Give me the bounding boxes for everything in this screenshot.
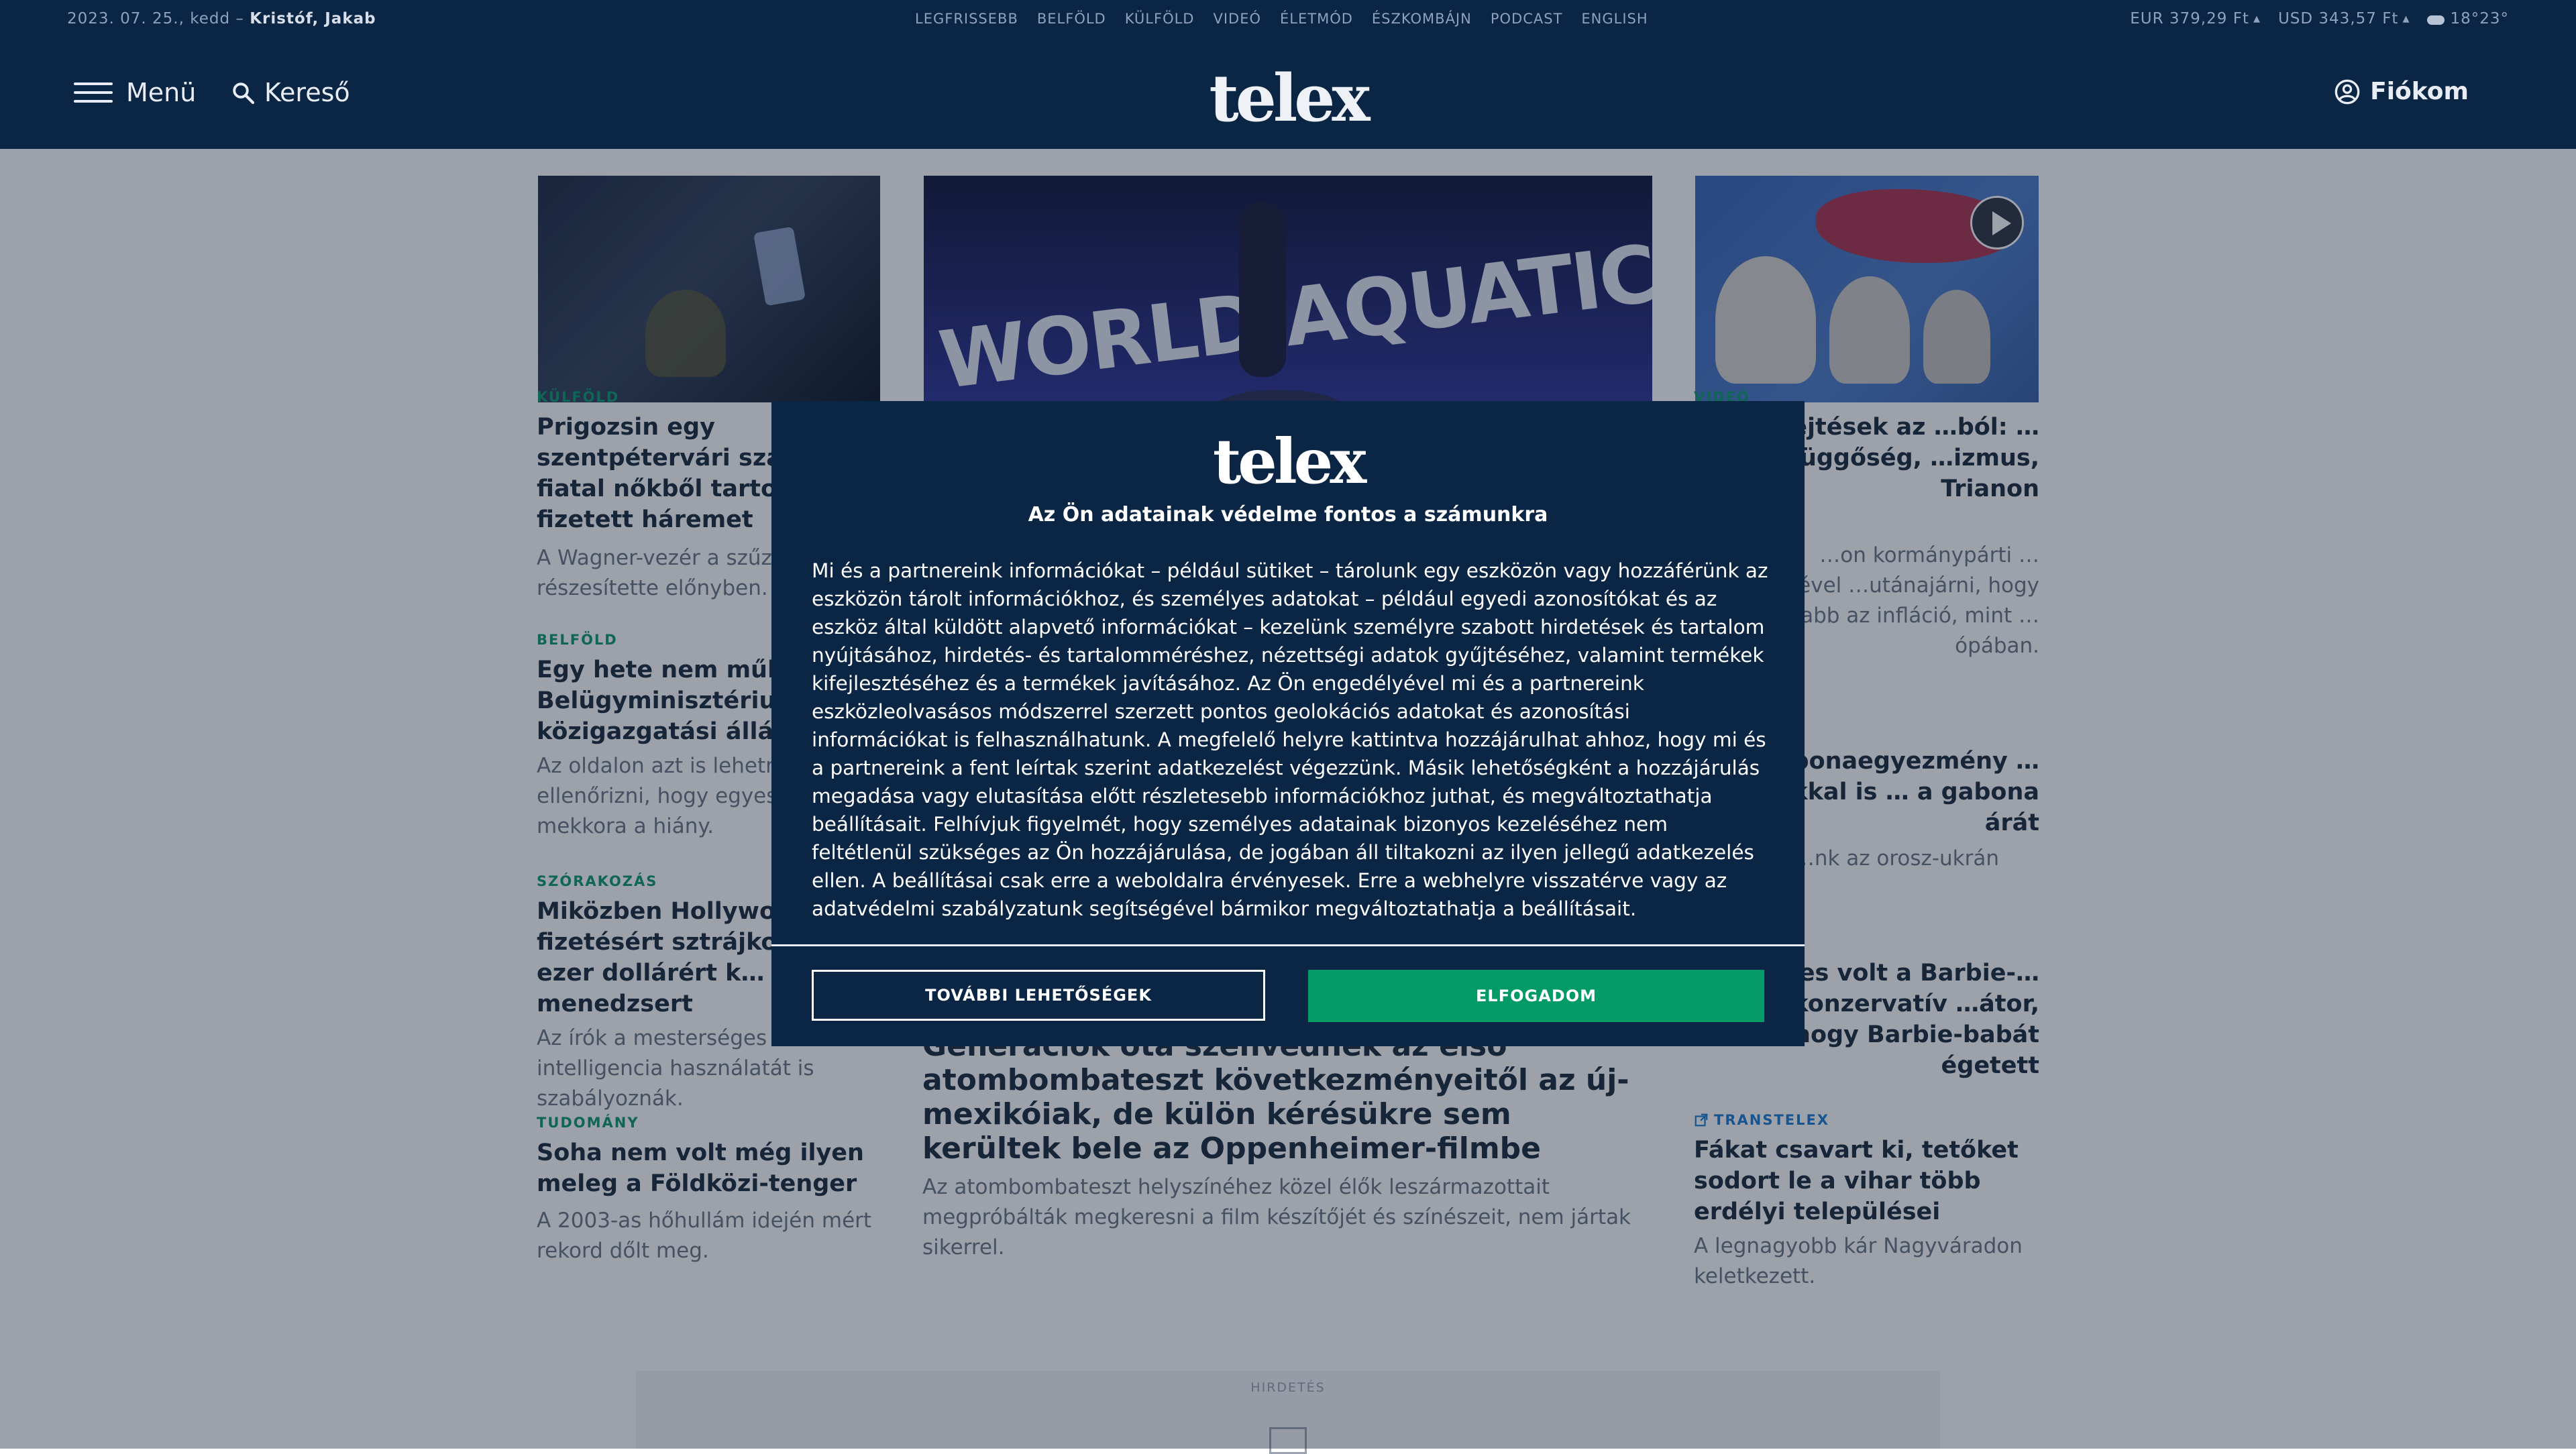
weather-temp: 18°23° xyxy=(2450,10,2509,27)
usd-rate-text: USD 343,57 Ft xyxy=(2277,10,2399,27)
date-nameday: 2023. 07. 25., kedd – Kristóf, Jakab xyxy=(67,10,376,27)
cloud-icon xyxy=(2427,15,2445,25)
user-icon xyxy=(2334,79,2360,104)
top-link-video[interactable]: VIDEÓ xyxy=(1213,11,1261,27)
top-link-eletmod[interactable]: ÉLETMÓD xyxy=(1280,11,1353,27)
site-logo[interactable]: telex xyxy=(1201,60,1375,136)
consent-title: Az Ön adatainak védelme fontos a számunk… xyxy=(1028,503,1548,526)
up-arrow-icon: ▲ xyxy=(2253,14,2261,24)
top-link-english[interactable]: ENGLISH xyxy=(1581,11,1648,27)
more-options-button[interactable]: TOVÁBBI LEHETŐSÉGEK xyxy=(812,970,1265,1021)
top-link-eszkombajn[interactable]: ÉSZKOMBÁJN xyxy=(1372,11,1472,27)
top-nav-links: LEGFRISSEBB BELFÖLD KÜLFÖLD VIDEÓ ÉLETMÓ… xyxy=(915,11,1648,27)
top-link-belfold[interactable]: BELFÖLD xyxy=(1037,11,1106,27)
consent-divider xyxy=(771,944,1805,946)
top-utility-bar: 2023. 07. 25., kedd – Kristóf, Jakab LEG… xyxy=(0,0,2576,39)
account-label: Fiókom xyxy=(2370,78,2469,105)
site-header: Menü Kereső telex Fiókom xyxy=(0,39,2576,149)
account-button[interactable]: Fiókom xyxy=(2334,78,2469,105)
search-label: Kereső xyxy=(264,78,350,107)
top-link-kulfold[interactable]: KÜLFÖLD xyxy=(1125,11,1195,27)
menu-button[interactable]: Menü xyxy=(74,78,196,107)
menu-label: Menü xyxy=(126,78,197,107)
accept-button[interactable]: ELFOGADOM xyxy=(1308,970,1764,1022)
consent-dialog: telex Az Ön adatainak védelme fontos a s… xyxy=(771,401,1805,1046)
eur-rate: EUR 379,29 Ft ▲ xyxy=(2130,10,2261,27)
up-arrow-icon: ▲ xyxy=(2402,14,2410,24)
search-button[interactable]: Kereső xyxy=(231,78,350,107)
hamburger-icon xyxy=(74,82,113,103)
consent-body: Mi és a partnereink információkat – péld… xyxy=(812,559,1768,920)
top-link-legfrissebb[interactable]: LEGFRISSEBB xyxy=(915,11,1018,27)
weather: 18°23° xyxy=(2427,10,2509,27)
eur-rate-text: EUR 379,29 Ft xyxy=(2130,10,2249,27)
nameday-names: Kristóf, Jakab xyxy=(250,10,376,27)
date-text: 2023. 07. 25., kedd – xyxy=(67,10,250,27)
search-icon xyxy=(233,82,255,105)
consent-logo: telex xyxy=(1212,425,1366,498)
top-link-podcast[interactable]: PODCAST xyxy=(1491,11,1563,27)
usd-rate: USD 343,57 Ft ▲ xyxy=(2278,10,2410,27)
exchange-weather: EUR 379,29 Ft ▲ USD 343,57 Ft ▲ 18°23° xyxy=(2130,10,2509,27)
